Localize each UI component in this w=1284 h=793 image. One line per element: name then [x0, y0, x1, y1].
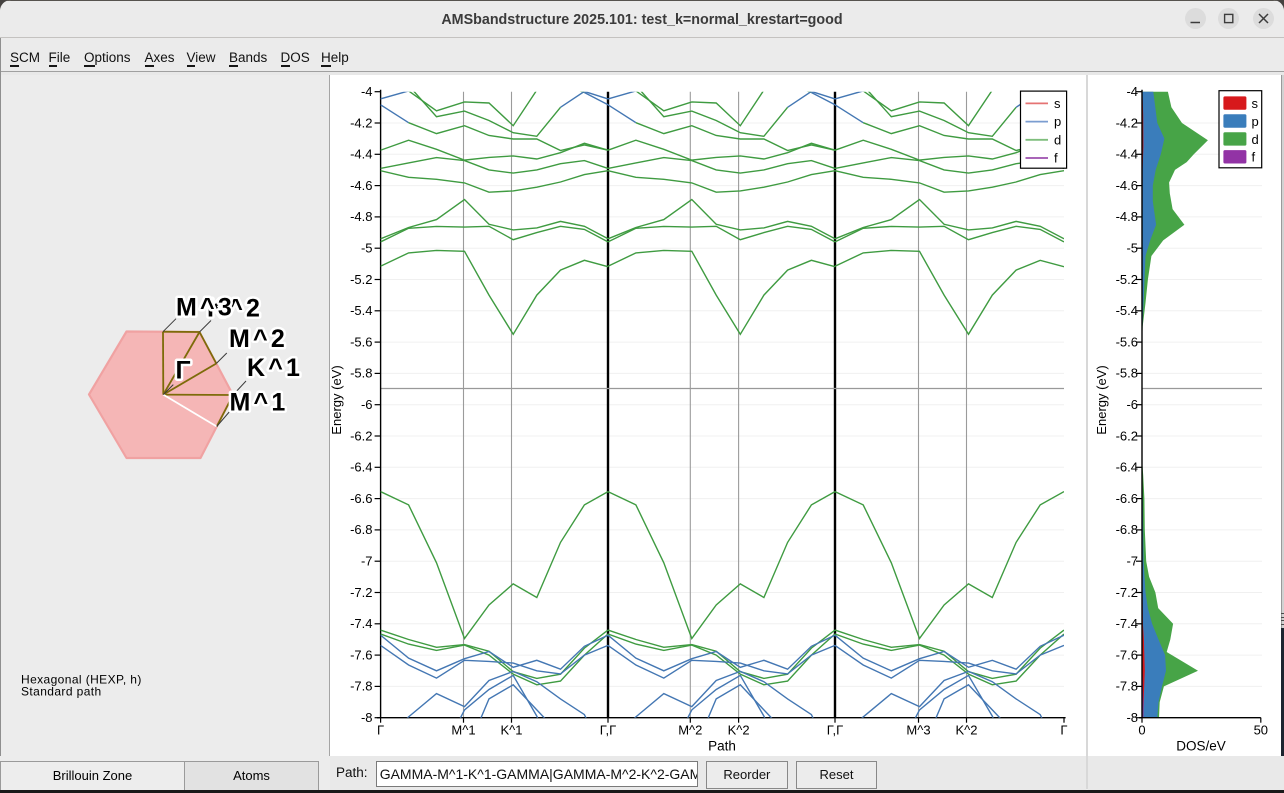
svg-text:-8: -8 — [1126, 710, 1138, 725]
svg-text:s: s — [1252, 96, 1259, 111]
svg-text:-5.4: -5.4 — [1116, 303, 1138, 318]
svg-text:K^1: K^1 — [500, 723, 522, 738]
svg-text:-7.4: -7.4 — [350, 616, 372, 631]
svg-text:0: 0 — [1138, 723, 1145, 738]
svg-text:-6.4: -6.4 — [1116, 460, 1138, 475]
svg-text:-6: -6 — [1126, 397, 1138, 412]
svg-text:-7.6: -7.6 — [1116, 647, 1138, 662]
svg-text:d: d — [1054, 132, 1061, 147]
svg-text:-7.8: -7.8 — [350, 679, 372, 694]
svg-text:-6.8: -6.8 — [350, 522, 372, 537]
svg-text:K^1: K^1 — [247, 354, 303, 382]
svg-text:-6.6: -6.6 — [1116, 491, 1138, 506]
svg-text:-7: -7 — [361, 554, 373, 569]
svg-text:p: p — [1054, 114, 1061, 129]
svg-text:50: 50 — [1254, 723, 1268, 738]
svg-text:-4: -4 — [361, 84, 373, 99]
svg-text:K^2: K^2 — [728, 723, 750, 738]
svg-text:-4.2: -4.2 — [1116, 115, 1138, 130]
svg-text:-6: -6 — [361, 397, 373, 412]
svg-text:-6.6: -6.6 — [350, 491, 372, 506]
svg-text:Γ: Γ — [377, 723, 384, 738]
svg-text:p: p — [1252, 114, 1259, 129]
svg-text:-7: -7 — [1126, 554, 1138, 569]
svg-text:Γ: Γ — [176, 357, 194, 385]
svg-text:-4.4: -4.4 — [350, 147, 372, 162]
svg-text:-5.2: -5.2 — [1116, 272, 1138, 287]
svg-text:f: f — [1252, 150, 1256, 165]
svg-text:d: d — [1252, 132, 1259, 147]
svg-text:-5.2: -5.2 — [350, 272, 372, 287]
svg-text:M^3: M^3 — [906, 723, 930, 738]
svg-text:Energy (eV): Energy (eV) — [329, 365, 344, 434]
svg-text:-6.2: -6.2 — [350, 428, 372, 443]
svg-text:-4.2: -4.2 — [350, 115, 372, 130]
svg-text:-6.4: -6.4 — [350, 460, 372, 475]
svg-text:-5.4: -5.4 — [350, 303, 372, 318]
svg-text:K^2: K^2 — [955, 723, 977, 738]
svg-text:M^3: M^3 — [176, 294, 235, 322]
svg-text:-7.6: -7.6 — [350, 647, 372, 662]
svg-text:-5.6: -5.6 — [350, 334, 372, 349]
svg-text:-4.8: -4.8 — [1116, 209, 1138, 224]
svg-text:-4.6: -4.6 — [1116, 178, 1138, 193]
svg-text:-5: -5 — [1126, 241, 1138, 256]
svg-text:M^1: M^1 — [451, 723, 475, 738]
svg-text:-4.4: -4.4 — [1116, 147, 1138, 162]
svg-text:-7.2: -7.2 — [1116, 585, 1138, 600]
svg-text:-4.6: -4.6 — [350, 178, 372, 193]
svg-text:-7.8: -7.8 — [1116, 679, 1138, 694]
svg-text:-5: -5 — [361, 241, 373, 256]
svg-text:Path: Path — [708, 739, 736, 754]
svg-text:Standard path: Standard path — [21, 685, 102, 699]
svg-text:-8: -8 — [361, 710, 373, 725]
svg-text:M^2: M^2 — [678, 723, 702, 738]
svg-text:Energy (eV): Energy (eV) — [1094, 365, 1109, 434]
svg-text:M^1: M^1 — [230, 389, 289, 417]
svg-text:-5.8: -5.8 — [1116, 366, 1138, 381]
svg-text:-7.4: -7.4 — [1116, 616, 1138, 631]
svg-text:-5.6: -5.6 — [1116, 334, 1138, 349]
svg-text:-5.8: -5.8 — [350, 366, 372, 381]
svg-text:s: s — [1054, 96, 1061, 111]
svg-text:-4: -4 — [1126, 84, 1138, 99]
svg-text:-7.2: -7.2 — [350, 585, 372, 600]
svg-text:Γ,Γ: Γ,Γ — [600, 723, 617, 738]
svg-text:M^2: M^2 — [229, 325, 288, 353]
svg-text:-6.2: -6.2 — [1116, 428, 1138, 443]
svg-text:Γ: Γ — [1060, 723, 1067, 738]
svg-text:-4.8: -4.8 — [350, 209, 372, 224]
svg-text:f: f — [1054, 151, 1058, 166]
svg-text:DOS/eV: DOS/eV — [1176, 739, 1226, 754]
svg-text:-6.8: -6.8 — [1116, 522, 1138, 537]
svg-text:Γ,Γ: Γ,Γ — [827, 723, 844, 738]
